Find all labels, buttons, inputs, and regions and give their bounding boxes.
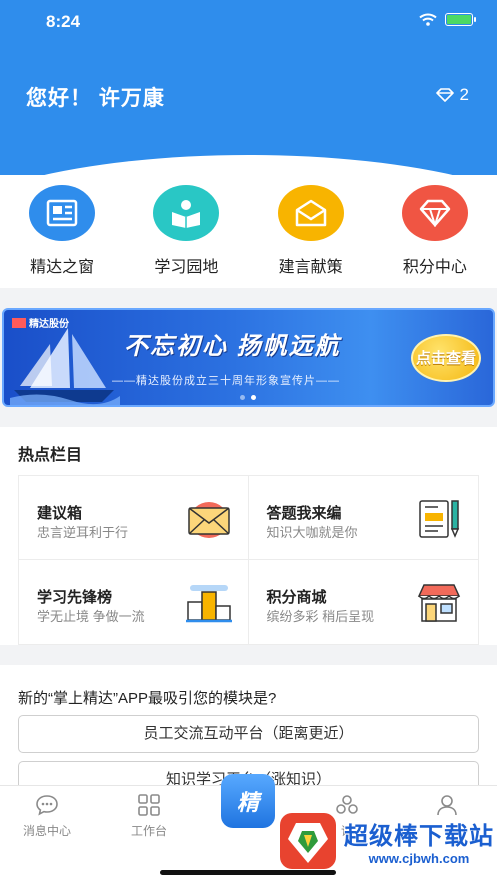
watermark: 超级棒下载站 www.cjbwh.com — [276, 806, 494, 876]
tab-label: 工作台 — [130, 824, 167, 838]
quick-label: 精达之窗 — [30, 259, 95, 276]
quick-item-points-center[interactable]: 积分中心 — [373, 175, 497, 288]
hot-item-desc: 忠言逆耳利于行 — [37, 525, 129, 540]
banner[interactable]: 精达股份 不忘初心 扬帆远航 ——精达股份成立三十周年形象宣传片—— 点击查看 — [2, 308, 495, 407]
quick-item-jingda-window[interactable]: 精达之窗 — [0, 175, 124, 288]
shop-icon — [417, 584, 461, 622]
survey-question: 新的“掌上精达”APP最吸引您的模块是? — [18, 690, 277, 707]
quick-item-suggestions[interactable]: 建言献策 — [249, 175, 373, 288]
document-pen-icon — [419, 500, 460, 538]
download-site-logo-icon — [280, 813, 336, 869]
watermark-text: 超级棒下载站 www.cjbwh.com — [344, 816, 494, 866]
hot-section-title: 热点栏目 — [18, 447, 83, 464]
tab-label: 消息中心 — [22, 824, 71, 838]
envelope-icon — [277, 185, 344, 241]
hot-grid: 建议箱 忠言逆耳利于行 答题我来编 知识大咖就是你 学习先锋榜 学无止境 争做一… — [18, 475, 479, 645]
banner-view-button[interactable]: 点击查看 — [411, 334, 481, 382]
reading-icon — [153, 185, 220, 241]
hot-item-name: 学习先锋榜 — [37, 589, 113, 606]
hot-item-name: 答题我来编 — [266, 505, 342, 522]
hot-item-leaderboard[interactable]: 学习先锋榜 学无止境 争做一流 — [19, 560, 249, 644]
points-badge[interactable]: 2 — [435, 85, 469, 105]
survey-option-1[interactable]: 员工交流互动平台（距离更近） — [18, 715, 479, 753]
header-curve — [0, 155, 497, 175]
pager-dot[interactable] — [240, 395, 245, 400]
quick-item-study-garden[interactable]: 学习园地 — [124, 175, 248, 288]
wifi-icon — [419, 13, 437, 26]
tab-messages[interactable]: 消息中心 — [12, 794, 82, 839]
tab-workbench[interactable]: 工作台 — [114, 794, 184, 839]
hot-item-desc: 学无止境 争做一流 — [37, 609, 145, 624]
message-icon — [36, 795, 58, 816]
company-logo-icon — [12, 317, 26, 328]
home-indicator — [160, 870, 336, 875]
points-value: 2 — [459, 85, 469, 104]
grid-icon — [138, 794, 160, 816]
mailbox-icon — [187, 502, 230, 538]
status-icons — [419, 13, 476, 26]
podium-icon — [185, 585, 232, 623]
status-time: 8:24 — [46, 12, 81, 31]
diamond-icon — [435, 88, 454, 102]
greeting: 您好！ 许万康 — [26, 87, 165, 110]
banner-subtitle: ——精达股份成立三十周年形象宣传片—— — [112, 375, 340, 387]
tab-jingda-home[interactable]: 精 — [221, 774, 275, 828]
quick-label: 建言献策 — [278, 259, 343, 276]
banner-pager — [240, 395, 256, 400]
hot-item-desc: 缤纷多彩 稍后呈现 — [266, 609, 375, 624]
banner-logo-text: 精达股份 — [29, 319, 69, 330]
diamond-icon — [401, 185, 468, 241]
hot-section: 热点栏目 建议箱 忠言逆耳利于行 答题我来编 知识大咖就是你 学习先锋榜 学无止… — [0, 427, 497, 645]
hot-item-points-mall[interactable]: 积分商城 缤纷多彩 稍后呈现 — [249, 560, 479, 644]
jingda-logo-icon: 精 — [236, 790, 259, 815]
sailboat-icon — [10, 328, 120, 405]
newspaper-icon — [29, 185, 96, 241]
quick-entries: 精达之窗 学习园地 建言献策 积分中心 — [0, 175, 497, 288]
hot-item-quiz[interactable]: 答题我来编 知识大咖就是你 — [248, 476, 478, 560]
hot-item-suggestion-box[interactable]: 建议箱 忠言逆耳利于行 — [19, 476, 249, 560]
banner-title: 不忘初心 扬帆远航 — [124, 333, 341, 360]
quick-label: 学习园地 — [154, 259, 219, 276]
hot-item-desc: 知识大咖就是你 — [266, 525, 358, 540]
watermark-url: www.cjbwh.com — [368, 851, 470, 866]
hot-item-name: 积分商城 — [266, 589, 327, 606]
header: 8:24 您好！ 许万康 2 — [0, 0, 497, 175]
pager-dot-active[interactable] — [251, 395, 256, 400]
quick-label: 积分中心 — [402, 259, 467, 276]
banner-logo: 精达股份 — [12, 315, 69, 330]
battery-icon — [445, 13, 476, 26]
watermark-name: 超级棒下载站 — [344, 823, 494, 850]
hot-item-name: 建议箱 — [37, 505, 83, 522]
